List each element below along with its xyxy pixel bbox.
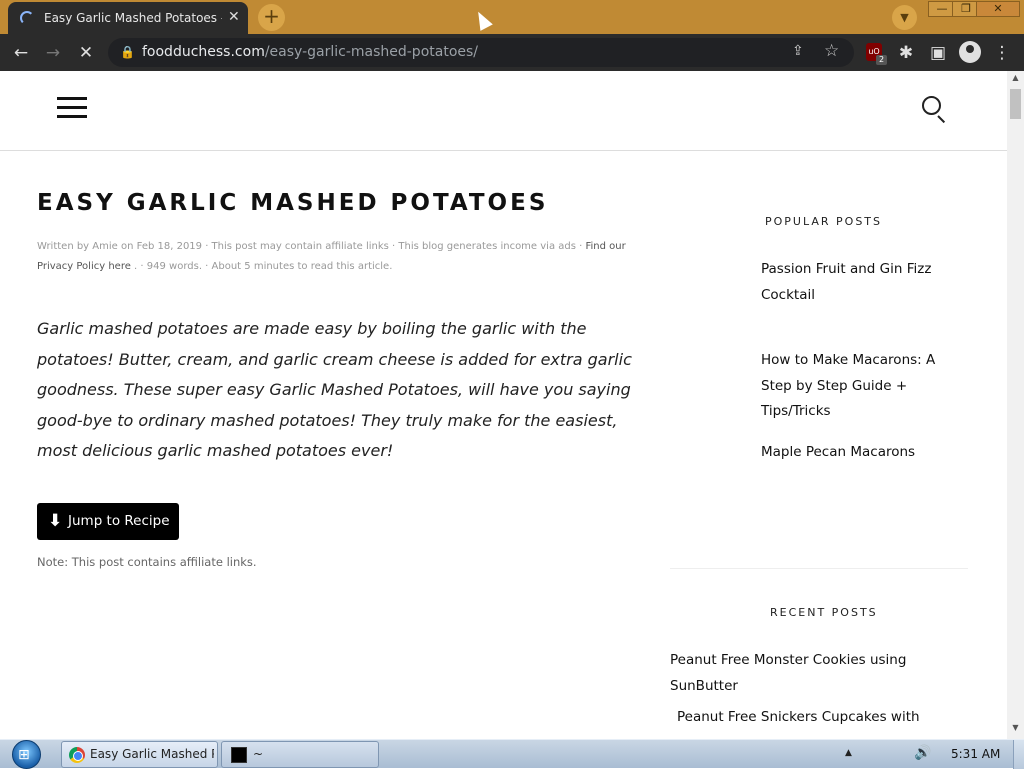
new-tab-button[interactable]: + bbox=[258, 4, 285, 31]
post-title: EASY GARLIC MASHED POTATOES bbox=[37, 190, 549, 216]
ublock-badge: 2 bbox=[876, 55, 887, 65]
browser-tab-bar: Easy Garlic Mashed Potatoes - Fo ✕ + ▼ —… bbox=[0, 0, 1024, 34]
tab-close-icon[interactable]: ✕ bbox=[228, 9, 240, 25]
star-icon[interactable]: ☆ bbox=[824, 41, 839, 61]
scroll-thumb[interactable] bbox=[1010, 89, 1021, 119]
start-button[interactable]: ⊞ bbox=[6, 740, 46, 769]
popular-post-link[interactable]: Passion Fruit and Gin Fizz Cocktail bbox=[761, 257, 961, 308]
scroll-down-arrow-icon[interactable]: ▼ bbox=[1007, 723, 1024, 732]
popular-posts-heading: POPULAR POSTS bbox=[765, 215, 882, 228]
windows-taskbar: ⊞ Easy Garlic Mashed P... ~ ▲ 🔊 5:31 AM bbox=[0, 739, 1024, 769]
chrome-icon bbox=[69, 747, 85, 763]
site-header bbox=[0, 71, 1007, 151]
side-panel-icon[interactable]: ▣ bbox=[927, 42, 949, 64]
privacy-policy-link[interactable]: Privacy Policy here bbox=[37, 261, 131, 272]
tab-title: Easy Garlic Mashed Potatoes - Fo bbox=[44, 11, 222, 25]
profile-icon[interactable] bbox=[959, 41, 981, 63]
browser-toolbar: ← → ✕ 🔒 foodduchess.com/easy-garlic-mash… bbox=[0, 34, 1024, 71]
tab-search-chevron-icon[interactable]: ▼ bbox=[892, 5, 917, 30]
tray-expand-icon[interactable]: ▲ bbox=[845, 748, 852, 758]
post-intro: Garlic mashed potatoes are made easy by … bbox=[37, 319, 632, 460]
forward-icon[interactable]: → bbox=[42, 42, 64, 64]
taskbar-chrome-button[interactable]: Easy Garlic Mashed P... bbox=[61, 741, 218, 768]
search-icon[interactable] bbox=[922, 96, 948, 124]
taskbar-terminal-button[interactable]: ~ bbox=[221, 741, 379, 768]
popular-post-link[interactable]: Maple Pecan Macarons bbox=[761, 440, 961, 466]
address-bar[interactable]: 🔒 foodduchess.com/easy-garlic-mashed-pot… bbox=[108, 38, 854, 67]
window-close-button[interactable]: ✕ bbox=[976, 1, 1020, 17]
page-scrollbar[interactable]: ▲ ▼ bbox=[1007, 71, 1024, 739]
extensions-icon[interactable]: ✱ bbox=[895, 42, 917, 64]
recent-posts-heading: RECENT POSTS bbox=[770, 606, 878, 619]
share-icon[interactable]: ⇪ bbox=[792, 43, 804, 59]
menu-icon[interactable]: ⋮ bbox=[991, 42, 1013, 64]
lock-icon[interactable]: 🔒 bbox=[120, 45, 135, 59]
show-desktop-button[interactable] bbox=[1013, 740, 1024, 769]
jump-to-recipe-button[interactable]: ⬇ Jump to Recipe bbox=[37, 503, 179, 540]
recent-post-link[interactable]: Peanut Free Monster Cookies using SunBut… bbox=[670, 648, 960, 699]
scroll-up-arrow-icon[interactable]: ▲ bbox=[1007, 73, 1024, 82]
url-text[interactable]: foodduchess.com/easy-garlic-mashed-potat… bbox=[142, 44, 478, 60]
back-icon[interactable]: ← bbox=[10, 42, 32, 64]
windows-flag-icon: ⊞ bbox=[18, 747, 30, 763]
popular-post-link[interactable]: How to Make Macarons: A Step by Step Gui… bbox=[761, 348, 961, 425]
hamburger-menu-icon[interactable] bbox=[57, 97, 87, 119]
stop-loading-icon[interactable]: ✕ bbox=[75, 42, 97, 64]
web-page: EASY GARLIC MASHED POTATOES Written by A… bbox=[0, 71, 1007, 739]
loading-spinner-icon bbox=[20, 11, 34, 25]
browser-tab[interactable]: Easy Garlic Mashed Potatoes - Fo ✕ bbox=[8, 2, 248, 34]
find-our-link[interactable]: Find our bbox=[585, 241, 625, 252]
terminal-icon bbox=[231, 747, 247, 763]
volume-icon[interactable]: 🔊 bbox=[914, 745, 931, 761]
affiliate-note: Note: This post contains affiliate links… bbox=[37, 555, 257, 569]
recent-post-link[interactable]: Peanut Free Snickers Cupcakes with bbox=[677, 705, 967, 731]
arrow-down-icon: ⬇ bbox=[48, 511, 63, 531]
post-meta: Written by Amie on Feb 18, 2019 · This p… bbox=[37, 241, 626, 272]
sidebar-divider bbox=[670, 568, 968, 569]
taskbar-clock[interactable]: 5:31 AM bbox=[951, 747, 1000, 761]
